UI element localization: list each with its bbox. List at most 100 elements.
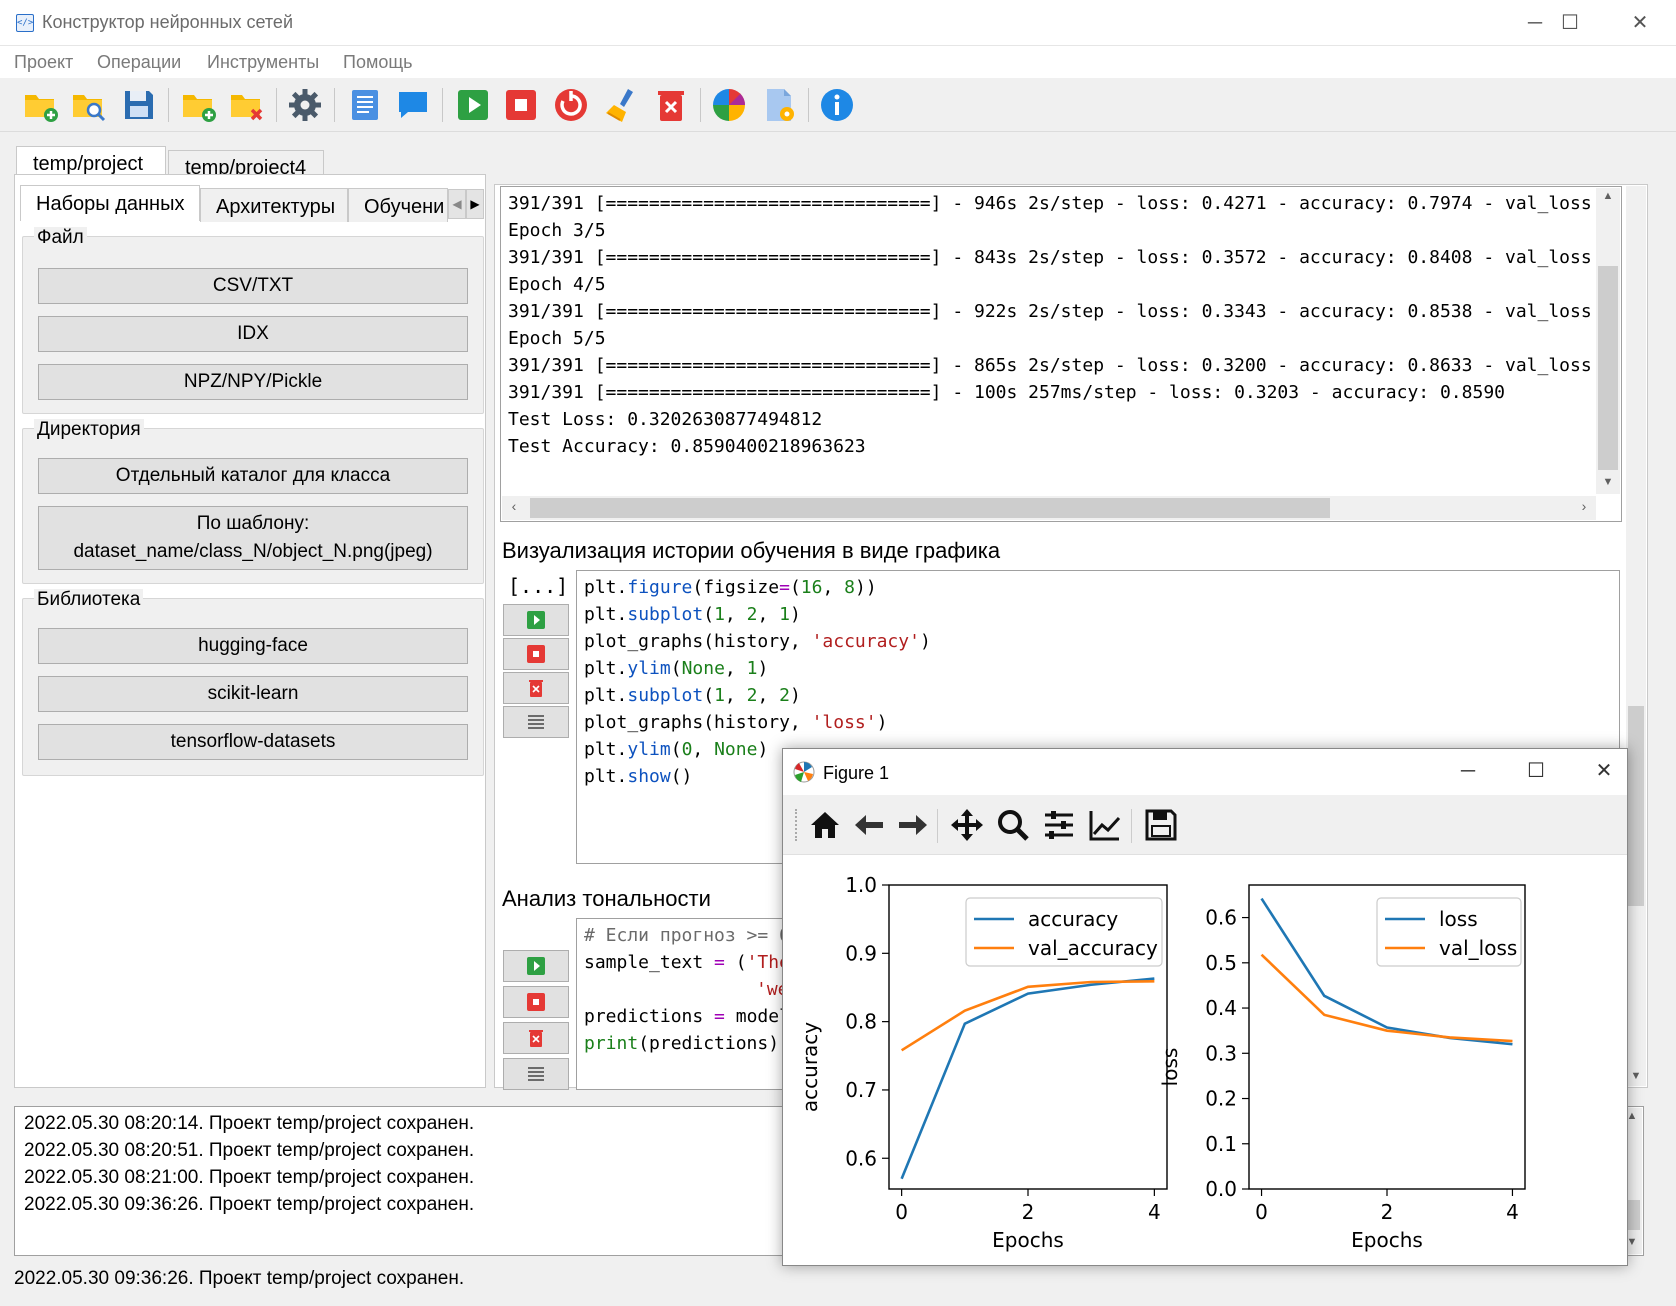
notebook-scrollbar-thumb[interactable] — [1628, 706, 1644, 906]
npz-npy-pickle-button[interactable]: NPZ/NPY/Pickle — [38, 364, 468, 400]
notebook-scrollbar[interactable]: ▼ — [1626, 186, 1646, 1086]
file-settings-icon[interactable] — [760, 86, 798, 124]
home-button[interactable] — [803, 803, 847, 847]
y-tick-label: 0.6 — [845, 1146, 877, 1170]
y-tick-label: 0.9 — [845, 941, 877, 965]
console-line: 391/391 [==============================]… — [508, 301, 1603, 322]
y-tick-label: 1.0 — [845, 873, 877, 897]
color-palette-icon[interactable] — [710, 86, 748, 124]
configure-subplots-button[interactable] — [1037, 803, 1081, 847]
y-tick-label: 0.6 — [1205, 906, 1237, 930]
tab-scroll-right-button[interactable]: ▶ — [466, 189, 484, 219]
console-hscrollbar-thumb[interactable] — [530, 498, 1330, 518]
sentiment-run-button[interactable] — [503, 950, 569, 982]
info-icon[interactable] — [818, 86, 856, 124]
maximize-button[interactable]: ☐ — [1535, 0, 1605, 46]
figure-toolbar — [783, 795, 1627, 855]
zoom-button[interactable] — [991, 803, 1035, 847]
idx-button[interactable]: IDX — [38, 316, 468, 352]
sentiment-delete-button[interactable] — [503, 1022, 569, 1054]
console-vscrollbar-thumb[interactable] — [1598, 266, 1618, 470]
add-folder-icon[interactable] — [180, 86, 218, 124]
console-line: Epoch 4/5 — [508, 274, 606, 295]
y-tick-label: 0.1 — [1205, 1132, 1237, 1156]
menu-operations[interactable]: Операции — [97, 52, 181, 73]
y-tick-label: 0.7 — [845, 1078, 877, 1102]
tab-scroll-left-button[interactable]: ◀ — [448, 189, 466, 219]
scikit-learn-button[interactable]: scikit-learn — [38, 676, 468, 712]
y-tick-label: 0.4 — [1205, 996, 1237, 1020]
log-line: 2022.05.30 09:36:26. Проект temp/project… — [24, 1194, 475, 1215]
figure-minimize-button[interactable]: ─ — [1445, 749, 1491, 795]
save-icon[interactable] — [120, 86, 158, 124]
window-title: Конструктор нейронных сетей — [42, 12, 293, 32]
tensorflow-datasets-button[interactable]: tensorflow-datasets — [38, 724, 468, 760]
back-button[interactable] — [847, 803, 891, 847]
comment-icon[interactable] — [394, 86, 432, 124]
close-button[interactable]: ✕ — [1605, 0, 1675, 46]
x-tick-label: 0 — [1255, 1200, 1268, 1224]
configure-subplots-icon — [1045, 811, 1073, 839]
csv-txt-button[interactable]: CSV/TXT — [38, 268, 468, 304]
figure-canvas: 0.6 0.7 0.8 0.9 1.0 0 2 4 accuracy Epochs accuracy… — [783, 855, 1627, 1265]
chevron-down-icon[interactable]: ▼ — [1596, 476, 1620, 492]
save-figure-button[interactable] — [1139, 803, 1183, 847]
console-line: 391/391 [==============================]… — [508, 355, 1603, 376]
y-tick-label: 0.3 — [1205, 1041, 1237, 1065]
stop-icon[interactable] — [502, 86, 540, 124]
subtab-training[interactable]: Обучени — [348, 188, 448, 222]
new-project-icon[interactable] — [22, 86, 60, 124]
menu-project[interactable]: Проект — [14, 52, 73, 73]
sentiment-menu-button[interactable] — [503, 1058, 569, 1090]
console-vscrollbar[interactable]: ▲ ▼ — [1596, 188, 1620, 494]
chevron-down-icon[interactable]: ▼ — [1626, 1070, 1646, 1084]
figure-close-button[interactable]: ✕ — [1581, 749, 1627, 795]
figure-maximize-button[interactable]: ☐ — [1513, 749, 1559, 795]
home-icon — [811, 812, 839, 838]
directory-group-title: Директория — [34, 419, 144, 441]
edit-axis-icon — [1089, 811, 1121, 841]
subtab-datasets[interactable]: Наборы данных — [20, 185, 200, 221]
pan-button[interactable] — [945, 803, 989, 847]
console-line: 391/391 [==============================]… — [508, 193, 1603, 214]
toolbar-separator — [334, 88, 335, 122]
chevron-left-icon[interactable]: ‹ — [504, 498, 524, 518]
figure-title: Figure 1 — [823, 763, 890, 783]
subtab-architectures[interactable]: Архитектуры — [200, 188, 348, 222]
settings-icon[interactable] — [286, 86, 324, 124]
menu-help[interactable]: Помощь — [343, 52, 413, 73]
list-icon — [528, 1067, 544, 1081]
restart-icon[interactable] — [552, 86, 590, 124]
hugging-face-button[interactable]: hugging-face — [38, 628, 468, 664]
by-template-button[interactable]: По шаблону: dataset_name/class_N/object_… — [38, 506, 468, 570]
viz-stop-button[interactable] — [503, 638, 569, 670]
figure-title-bar: Figure 1 ─ ☐ ✕ — [783, 749, 1627, 795]
console-line: Epoch 5/5 — [508, 328, 606, 349]
chevron-up-icon[interactable]: ▲ — [1596, 190, 1620, 206]
run-icon — [527, 957, 545, 975]
toolbar-grip — [795, 809, 799, 841]
viz-run-button[interactable] — [503, 604, 569, 636]
stop-icon — [527, 645, 545, 663]
legend-label: accuracy — [1028, 907, 1118, 931]
x-tick-label: 4 — [1506, 1200, 1519, 1224]
per-class-directory-button[interactable]: Отдельный каталог для класса — [38, 458, 468, 494]
delete-icon[interactable] — [652, 86, 690, 124]
menu-tools[interactable]: Инструменты — [207, 52, 319, 73]
viz-menu-button[interactable] — [503, 706, 569, 738]
open-project-icon[interactable] — [70, 86, 108, 124]
edit-axis-button[interactable] — [1083, 803, 1127, 847]
sentiment-stop-button[interactable] — [503, 986, 569, 1018]
text-cell-icon[interactable] — [346, 86, 384, 124]
console-hscrollbar[interactable]: ‹ › — [502, 496, 1596, 520]
toolbar-separator — [442, 88, 443, 122]
clear-icon[interactable] — [602, 86, 640, 124]
y-tick-label: 0.8 — [845, 1010, 877, 1034]
forward-button[interactable] — [891, 803, 935, 847]
legend-label: val_accuracy — [1028, 936, 1158, 960]
run-icon[interactable] — [454, 86, 492, 124]
chevron-right-icon[interactable]: › — [1574, 498, 1594, 518]
chart-svg: 0.6 0.7 0.8 0.9 1.0 0 2 4 accuracy Epochs accuracy… — [798, 873, 1526, 1252]
viz-delete-button[interactable] — [503, 672, 569, 704]
delete-folder-icon[interactable] — [228, 86, 266, 124]
